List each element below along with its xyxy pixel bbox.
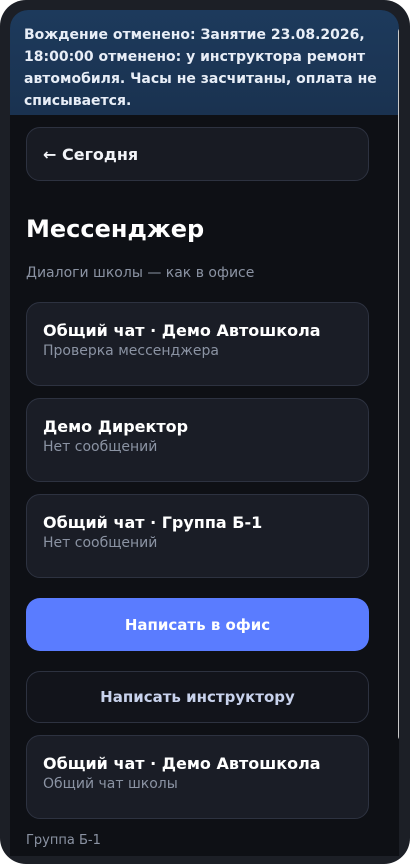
- dialog-title: Общий чат · Группа Б-1: [43, 513, 263, 532]
- dialog-item[interactable]: Общий чат · Демо Автошкола Проверка месс…: [26, 302, 369, 386]
- dialog-item[interactable]: Общий чат · Группа Б-1 Нет сообщений: [26, 494, 369, 578]
- write-office-button[interactable]: Написать в офис: [26, 598, 369, 651]
- page-title: Мессенджер: [26, 215, 205, 243]
- page-subtitle: Диалоги школы — как в офисе: [26, 265, 255, 281]
- back-button[interactable]: ← Сегодня: [26, 127, 369, 181]
- scrollbar-thumb[interactable]: [398, 28, 399, 740]
- dialog-preview: Проверка мессенджера: [43, 343, 219, 359]
- school-chat-item[interactable]: Общий чат · Демо Автошкола Общий чат шко…: [26, 735, 369, 819]
- dialog-preview: Нет сообщений: [43, 439, 158, 455]
- app-screen: Вождение отменено: Занятие 23.08.2026, 1…: [10, 10, 399, 856]
- messenger-content: ← Сегодня Мессенджер Диалоги школы — как…: [10, 115, 386, 856]
- device-frame: Вождение отменено: Занятие 23.08.2026, 1…: [0, 0, 410, 864]
- write-office-label: Написать в офис: [124, 615, 271, 634]
- dialog-item[interactable]: Демо Директор Нет сообщений: [26, 398, 369, 482]
- write-instructor-label: Написать инструктору: [100, 688, 295, 706]
- dialog-preview: Нет сообщений: [43, 535, 158, 551]
- write-instructor-button[interactable]: Написать инструктору: [26, 671, 369, 723]
- group-section-label: Группа Б-1: [26, 833, 101, 848]
- dialog-title: Демо Директор: [43, 417, 189, 436]
- notification-banner: Вождение отменено: Занятие 23.08.2026, 1…: [10, 10, 399, 115]
- dialog-title: Общий чат · Демо Автошкола: [43, 754, 321, 773]
- notification-text: Вождение отменено: Занятие 23.08.2026, 1…: [24, 27, 377, 109]
- dialog-title: Общий чат · Демо Автошкола: [43, 321, 321, 340]
- dialog-preview: Общий чат школы: [43, 776, 178, 792]
- back-button-label: ← Сегодня: [43, 144, 139, 164]
